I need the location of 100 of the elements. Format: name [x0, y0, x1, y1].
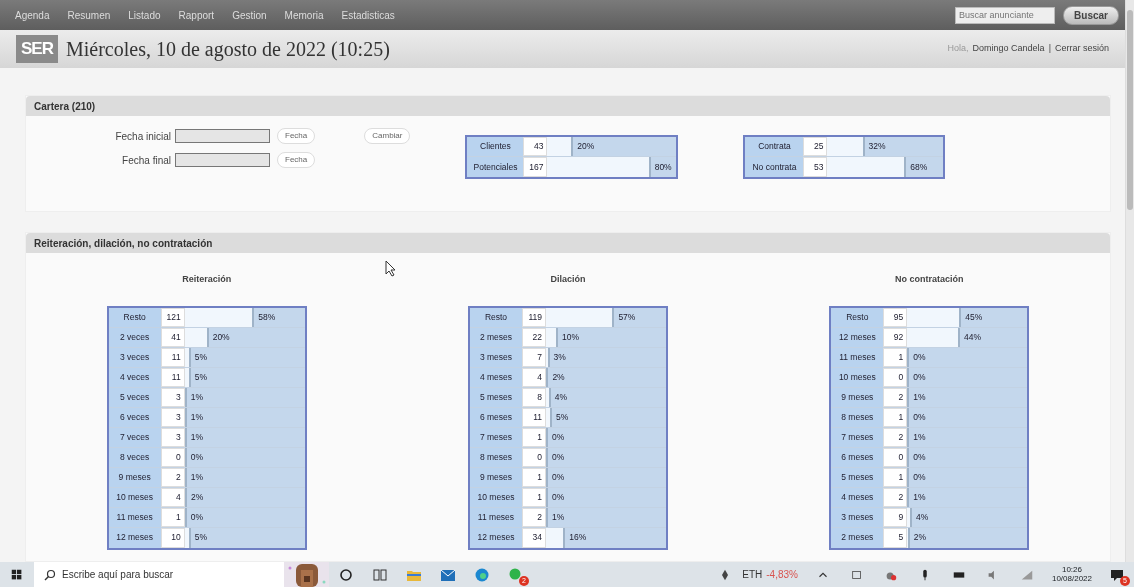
percent-text: 58%	[257, 310, 276, 324]
row-label: 4 meses	[470, 367, 522, 387]
mouse-pointer-icon	[385, 260, 397, 277]
task-view-icon[interactable]	[372, 566, 388, 583]
percent-text: 0%	[912, 450, 926, 464]
percent-text: 20%	[576, 140, 595, 154]
nav-link[interactable]: Listado	[119, 7, 170, 23]
percent-text: 0%	[551, 430, 565, 444]
row-label: 12 meses	[470, 527, 522, 548]
percent-text: 4%	[915, 510, 929, 524]
percent-text: 1%	[912, 430, 926, 444]
nav-link[interactable]: Resumen	[58, 7, 120, 23]
count-cell: 119	[522, 307, 546, 327]
percent-text: 1%	[189, 390, 203, 404]
row-label: 3 veces	[108, 347, 161, 367]
nav-link[interactable]: Gestion	[223, 7, 276, 23]
cortana-icon[interactable]	[338, 566, 354, 583]
percent-text: 5%	[555, 410, 569, 424]
percent-text: 1%	[189, 470, 203, 484]
row-label: 11 meses	[470, 507, 522, 527]
percent-text: 1%	[189, 430, 203, 444]
search-icon	[44, 568, 56, 581]
row-label: 8 veces	[108, 447, 161, 467]
percent-text: 0%	[912, 370, 926, 384]
row-label: 2 meses	[470, 327, 522, 347]
row-label: Potenciales	[467, 157, 524, 177]
row-label: 2 veces	[108, 327, 161, 347]
percent-text: 1%	[189, 410, 203, 424]
row-label: 2 meses	[831, 527, 884, 548]
row-label: 10 meses	[108, 487, 161, 507]
date-button[interactable]: Fecha	[277, 152, 316, 168]
row-label: Resto	[831, 307, 884, 327]
percent-text: 0%	[189, 510, 203, 524]
count-cell: 25	[803, 137, 828, 156]
count-cell: 43	[523, 137, 548, 156]
row-label: 8 meses	[470, 447, 522, 467]
change-button[interactable]: Cambiar	[364, 128, 411, 144]
percent-text: 2%	[912, 531, 926, 545]
percent-text: 5%	[193, 370, 207, 384]
row-label: 11 meses	[108, 507, 161, 527]
nav-link[interactable]: Rapport	[169, 7, 224, 23]
page-title: Miércoles, 10 de agosto de 2022 (10:25)	[65, 37, 390, 63]
count-cell: 5	[883, 527, 908, 548]
percent-text: 57%	[617, 310, 636, 324]
percent-text: 2%	[551, 370, 565, 384]
row-label: 9 meses	[470, 467, 522, 487]
percent-text: 1%	[912, 390, 926, 404]
row-label: 5 veces	[108, 387, 161, 407]
count-cell: 167	[523, 157, 548, 177]
group-title: Reiteración	[182, 273, 232, 286]
percent-text: 80%	[653, 160, 672, 174]
row-label: Resto	[108, 307, 161, 327]
logout-link[interactable]: Cerrar sesión	[1054, 42, 1109, 56]
search-placeholder: Escribe aquí para buscar	[62, 568, 174, 582]
percent-text: 68%	[909, 160, 928, 174]
search-field[interactable]: Buscar anunciante	[955, 6, 1056, 24]
percent-text: 16%	[568, 531, 587, 545]
user-link[interactable]: Domingo Candela	[972, 42, 1045, 56]
percent-text: 0%	[912, 350, 926, 364]
percent-text: 2%	[190, 490, 204, 504]
percent-text: 1%	[912, 490, 926, 504]
row-label: 3 meses	[470, 347, 522, 367]
percent-text: 0%	[551, 470, 565, 484]
date-input[interactable]	[175, 129, 270, 143]
edge-icon[interactable]	[474, 566, 490, 583]
field-label: Fecha final	[121, 153, 171, 168]
field-label: Fecha inicial	[114, 129, 171, 144]
percent-text: 5%	[193, 531, 207, 545]
count-cell: 53	[803, 157, 828, 177]
search-button[interactable]: Buscar	[1063, 5, 1119, 25]
date-input[interactable]	[175, 153, 270, 167]
nav-link[interactable]: Estadisticas	[332, 7, 404, 23]
ticker-symbol: ETH	[742, 568, 763, 582]
row-label: 6 veces	[108, 407, 161, 427]
nav-link[interactable]: Memoria	[275, 7, 333, 23]
percent-text: 4%	[553, 390, 568, 404]
nav-link[interactable]: Agenda	[6, 7, 59, 23]
percent-text: 0%	[189, 450, 203, 464]
percent-text: 0%	[912, 470, 926, 484]
percent-text: 0%	[551, 450, 565, 464]
percent-text: 5%	[193, 350, 207, 364]
count-cell: 121	[160, 307, 185, 327]
row-label: 5 meses	[470, 387, 522, 407]
row-label: No contrata	[745, 157, 804, 177]
taskbar-search-field[interactable]: Escribe aquí para buscar	[34, 562, 284, 587]
panel-header: Reiteración, dilación, no contratación	[26, 233, 1110, 253]
ticker-change: -4,83%	[766, 568, 798, 582]
row-label: Clientes	[467, 137, 524, 156]
row-label: 6 meses	[470, 407, 522, 427]
percent-text: 3%	[552, 350, 566, 364]
greeting-text: Hola,	[947, 42, 969, 56]
row-label: 7 meses	[470, 427, 522, 447]
percent-text: 20%	[211, 330, 230, 344]
panel-header: Cartera (210)	[26, 96, 1110, 116]
row-label: 12 meses	[108, 527, 161, 548]
logo: SER	[16, 35, 58, 63]
row-label: 9 meses	[108, 467, 161, 487]
date-button[interactable]: Fecha	[277, 128, 316, 144]
row-label: 4 veces	[108, 367, 161, 387]
percent-text: 10%	[561, 330, 579, 344]
